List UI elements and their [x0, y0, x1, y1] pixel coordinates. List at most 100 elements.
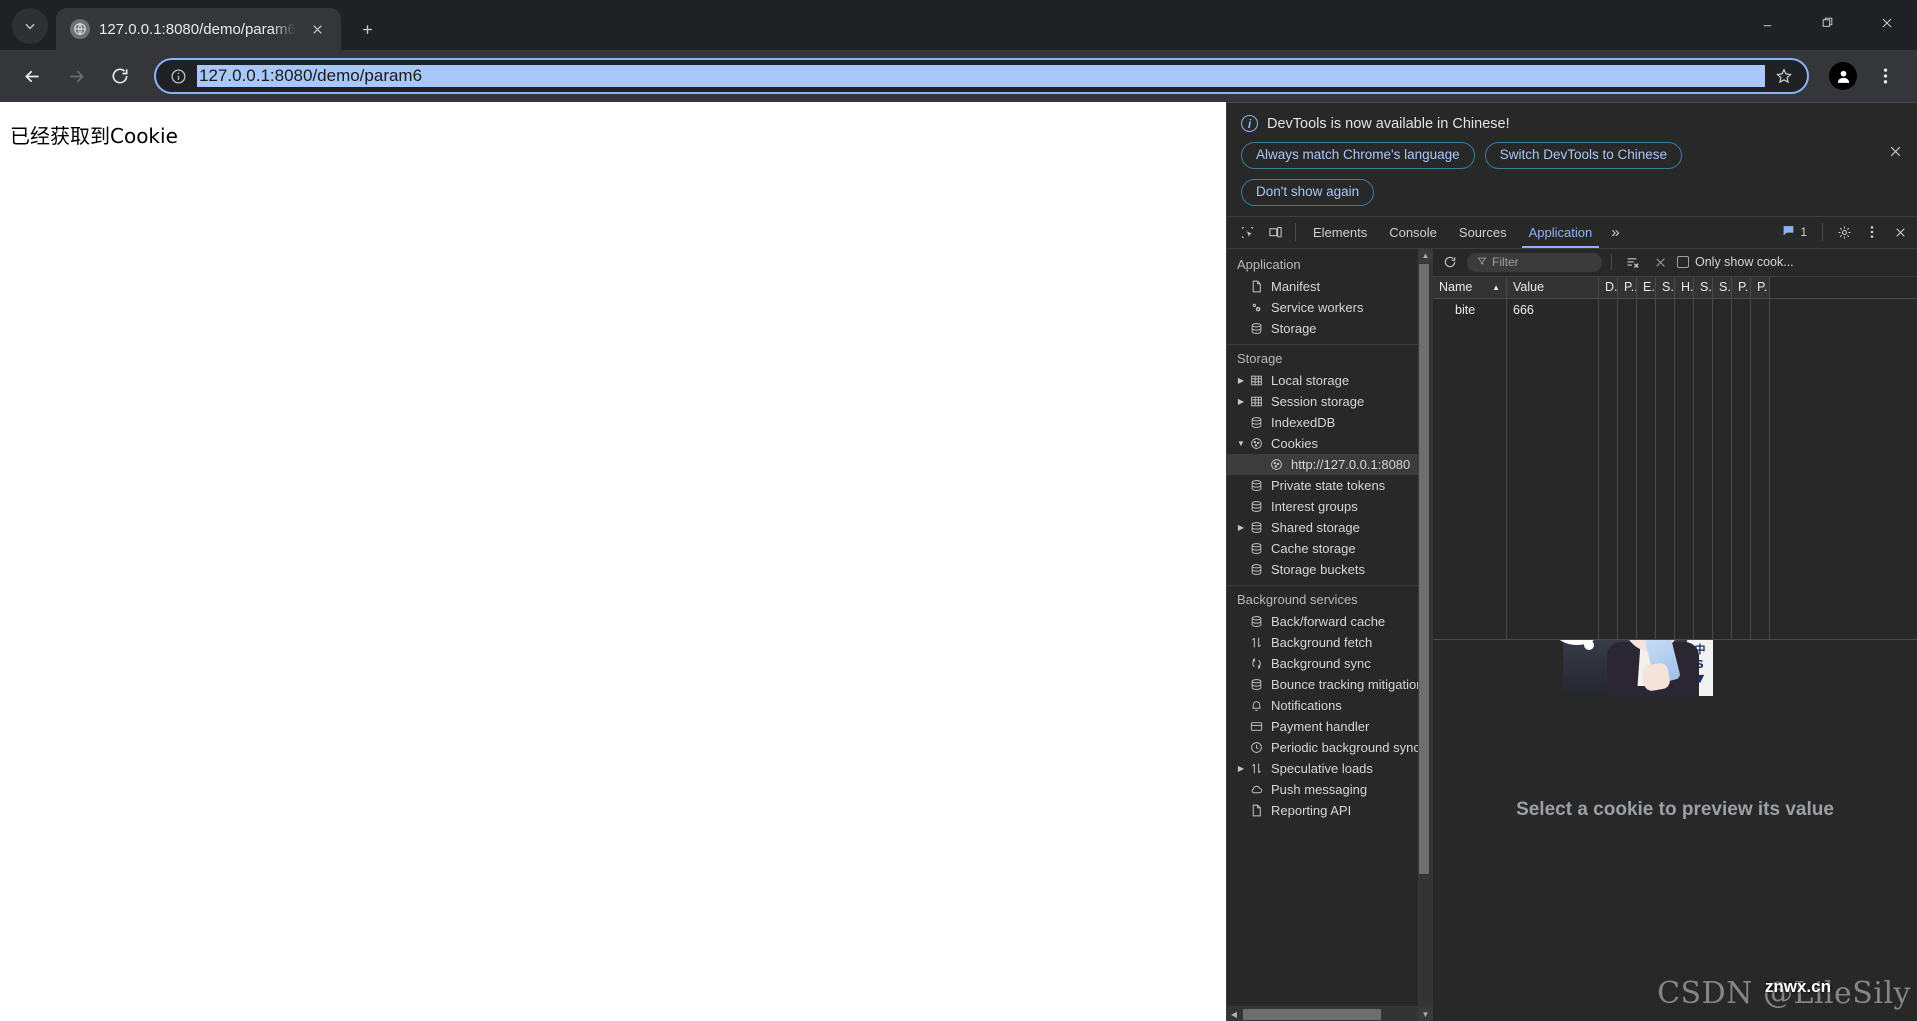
three-dot-menu-icon[interactable]	[1859, 219, 1885, 245]
sidebar-item-service-workers[interactable]: Service workers	[1227, 297, 1432, 318]
forward-button[interactable]	[56, 56, 96, 96]
refresh-icon[interactable]	[1439, 251, 1461, 273]
sidebar-item-storage[interactable]: Storage	[1227, 318, 1432, 339]
column-header-domain[interactable]: D.	[1599, 276, 1618, 298]
tab-application[interactable]: Application	[1518, 216, 1604, 249]
close-icon[interactable]	[305, 16, 331, 42]
sidebar-item-session-storage[interactable]: ▶ Session storage	[1227, 391, 1432, 412]
column-header-httponly[interactable]: H.	[1675, 276, 1694, 298]
column-header-name[interactable]: Name ▲	[1433, 276, 1507, 298]
column-header-priority[interactable]: P.	[1751, 276, 1770, 298]
chevron-right-icon[interactable]: ▶	[1236, 375, 1246, 385]
sidebar-item-payment-handler[interactable]: Payment handler	[1227, 716, 1432, 737]
chevron-right-icon[interactable]: ▶	[1236, 763, 1246, 773]
scroll-left-arrow[interactable]: ◀	[1227, 1007, 1241, 1021]
anime-character-watermark: 中 S ▼	[1555, 639, 1713, 708]
sidebar-item-periodic-background-sync[interactable]: Periodic background sync	[1227, 737, 1432, 758]
cell-expires	[1637, 298, 1656, 321]
scroll-down-arrow[interactable]: ▼	[1418, 1007, 1433, 1021]
close-devtools-icon[interactable]	[1887, 219, 1913, 245]
sidebar-item-speculative-loads[interactable]: ▶ Speculative loads	[1227, 758, 1432, 779]
sidebar-item-http-127-0-0-1-8080[interactable]: http://127.0.0.1:8080	[1227, 453, 1432, 475]
sidebar-item-cookies[interactable]: ▼ Cookies	[1227, 433, 1432, 454]
profile-button[interactable]	[1823, 56, 1863, 96]
sidebar-horizontal-scrollbar[interactable]: ◀ ▶	[1227, 1006, 1432, 1021]
tab-sources[interactable]: Sources	[1448, 216, 1518, 248]
browser-toolbar: 127.0.0.1:8080/demo/param6	[0, 50, 1917, 102]
issues-counter[interactable]: 1	[1775, 224, 1814, 240]
sidebar-item-push-messaging[interactable]: Push messaging	[1227, 779, 1432, 800]
filter-input[interactable]: Filter	[1467, 252, 1602, 272]
chevron-right-icon[interactable]: ▶	[1236, 522, 1246, 532]
tab-elements[interactable]: Elements	[1302, 216, 1378, 248]
sidebar-item-background-sync[interactable]: Background sync	[1227, 653, 1432, 674]
sidebar-item-label: http://127.0.0.1:8080	[1291, 456, 1411, 472]
hscroll-track[interactable]	[1241, 1007, 1418, 1021]
sidebar-item-manifest[interactable]: Manifest	[1227, 276, 1432, 297]
document-icon	[1249, 279, 1264, 294]
inspect-element-icon[interactable]	[1233, 218, 1261, 246]
back-button[interactable]	[12, 56, 52, 96]
sidebar-item-back-forward-cache[interactable]: Back/forward cache	[1227, 611, 1432, 632]
scroll-up-arrow[interactable]: ▲	[1418, 248, 1433, 263]
sidebar-item-background-fetch[interactable]: Background fetch	[1227, 632, 1432, 653]
gear-icon[interactable]	[1831, 219, 1857, 245]
dont-show-again-button[interactable]: Don't show again	[1241, 178, 1375, 206]
minimize-icon[interactable]	[1737, 0, 1797, 45]
close-icon[interactable]	[1857, 0, 1917, 45]
sidebar-item-shared-storage[interactable]: ▶ Shared storage	[1227, 517, 1432, 538]
sidebar-item-notifications[interactable]: Notifications	[1227, 695, 1432, 716]
reload-button[interactable]	[100, 56, 140, 96]
chevron-right-icon[interactable]: ▶	[1236, 396, 1246, 406]
toolbar-divider-2	[1822, 223, 1823, 242]
sidebar-item-bounce-tracking-mitigations[interactable]: Bounce tracking mitigations	[1227, 674, 1432, 695]
column-header-secure[interactable]: S.	[1694, 276, 1713, 298]
column-header-value[interactable]: Value	[1507, 276, 1599, 298]
three-dot-menu-icon[interactable]	[1865, 56, 1905, 96]
always-match-chrome-language-button[interactable]: Always match Chrome's language	[1241, 142, 1475, 169]
maximize-icon[interactable]	[1797, 0, 1857, 45]
issues-count: 1	[1800, 225, 1807, 240]
sidebar-item-local-storage[interactable]: ▶ Local storage	[1227, 370, 1432, 391]
sidebar-item-cache-storage[interactable]: Cache storage	[1227, 538, 1432, 559]
browser-tab[interactable]: 127.0.0.1:8080/demo/param6	[56, 8, 341, 50]
new-tab-button[interactable]	[355, 16, 381, 42]
clear-all-icon[interactable]	[1649, 251, 1671, 273]
tab-console[interactable]: Console	[1378, 216, 1448, 248]
column-header-path[interactable]: P..	[1618, 276, 1637, 298]
sidebar-item-label: Private state tokens	[1271, 477, 1386, 493]
device-toolbar-icon[interactable]	[1261, 218, 1289, 246]
cell-secure	[1694, 298, 1713, 321]
database-icon	[1249, 562, 1264, 577]
scroll-track[interactable]	[1418, 262, 1433, 1007]
tab-search-icon[interactable]	[12, 8, 48, 44]
sidebar-item-interest-groups[interactable]: Interest groups	[1227, 496, 1432, 517]
sidebar-vertical-scrollbar[interactable]: ▲ ▼	[1418, 248, 1433, 1021]
star-icon[interactable]	[1775, 67, 1793, 85]
column-header-size[interactable]: S.	[1656, 276, 1675, 298]
devtools-language-banner: i DevTools is now available in Chinese! …	[1227, 103, 1917, 217]
application-tree[interactable]: Application Manifest Service workers Storag…	[1227, 249, 1432, 1006]
address-bar[interactable]: 127.0.0.1:8080/demo/param6	[154, 58, 1809, 94]
table-row[interactable]: bite 666	[1433, 298, 1917, 321]
filter-placeholder: Filter	[1492, 255, 1519, 270]
sidebar-item-private-state-tokens[interactable]: Private state tokens	[1227, 475, 1432, 496]
column-header-partitionkey[interactable]: P.	[1732, 276, 1751, 298]
scroll-thumb[interactable]	[1418, 263, 1429, 875]
column-header-expires[interactable]: E.	[1637, 276, 1656, 298]
switch-devtools-to-chinese-button[interactable]: Switch DevTools to Chinese	[1484, 142, 1683, 169]
column-header-samesite[interactable]: S.	[1713, 276, 1732, 298]
sidebar-item-reporting-api[interactable]: Reporting API	[1227, 800, 1432, 821]
sidebar-item-indexeddb[interactable]: IndexedDB	[1227, 412, 1432, 433]
tree-section-divider	[1227, 343, 1432, 345]
close-icon[interactable]	[1883, 139, 1907, 163]
more-tabs-icon[interactable]: »	[1603, 216, 1627, 248]
hscroll-thumb[interactable]	[1243, 1008, 1382, 1020]
only-show-cookies-checkbox[interactable]	[1677, 256, 1689, 269]
chevron-down-icon[interactable]: ▼	[1236, 438, 1246, 448]
sidebar-item-label: Storage buckets	[1271, 561, 1365, 577]
clear-filtered-icon[interactable]	[1621, 251, 1643, 273]
url-input[interactable]: 127.0.0.1:8080/demo/param6	[197, 65, 1765, 87]
site-info-icon[interactable]	[170, 68, 187, 85]
sidebar-item-storage-buckets[interactable]: Storage buckets	[1227, 559, 1432, 580]
